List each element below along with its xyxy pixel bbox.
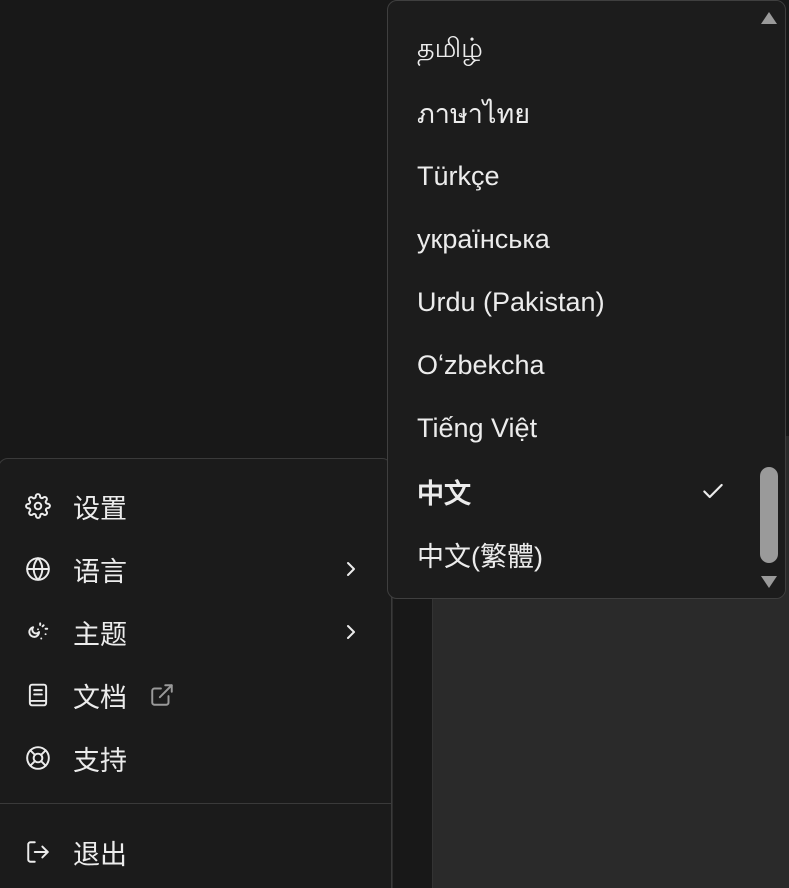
language-option-vietnamese[interactable]: Tiếng Việt	[388, 397, 754, 459]
chevron-right-icon	[347, 562, 355, 576]
language-label: українська	[417, 223, 550, 254]
language-option-tamil[interactable]: தமிழ்	[388, 19, 754, 81]
language-option-uzbek[interactable]: Oʻzbekcha	[388, 334, 754, 396]
menu-item-language[interactable]: 语言	[1, 538, 391, 600]
language-label: 中文(繁體)	[417, 541, 543, 572]
menu-item-support[interactable]: 支持	[1, 727, 391, 789]
scroll-thumb[interactable]	[760, 467, 778, 563]
menu-item-docs[interactable]: 文档	[1, 664, 391, 726]
menu-item-label: 退出	[73, 839, 127, 870]
language-option-turkish[interactable]: Türkçe	[388, 145, 754, 207]
menu-divider	[0, 803, 391, 804]
language-label: Urdu (Pakistan)	[417, 286, 605, 317]
scroll-up-arrow-icon[interactable]	[759, 9, 779, 27]
menu-item-settings[interactable]: 设置	[1, 475, 391, 537]
language-option-chinese-traditional[interactable]: 中文(繁體)	[388, 523, 754, 585]
language-label: Oʻzbekcha	[417, 349, 545, 380]
language-label: ภาษาไทย	[417, 98, 531, 129]
language-submenu: தமிழ் ภาษาไทย Türkçe українська Urdu (Pa…	[387, 0, 786, 599]
language-option-urdu[interactable]: Urdu (Pakistan)	[388, 271, 754, 333]
lifebuoy-icon	[25, 745, 51, 771]
language-option-chinese-simplified[interactable]: 中文	[388, 460, 754, 522]
logout-icon	[25, 839, 51, 865]
app-stage: 设置 语言 主题 文档 支持 退出 தமிழ் ภาษาไทย Türkçe у…	[0, 0, 789, 888]
gear-icon	[25, 493, 51, 519]
language-label: 中文	[417, 478, 471, 509]
user-menu: 设置 语言 主题 文档 支持 退出	[0, 458, 392, 888]
external-link-icon	[151, 684, 173, 706]
check-icon	[703, 483, 723, 499]
menu-item-label: 支持	[73, 745, 127, 776]
language-scrollbar[interactable]	[754, 1, 785, 598]
menu-item-label: 设置	[73, 493, 127, 524]
menu-item-logout[interactable]: 退出	[1, 821, 391, 883]
language-option-ukrainian[interactable]: українська	[388, 208, 754, 270]
language-option-thai[interactable]: ภาษาไทย	[388, 82, 754, 144]
theme-icon	[25, 619, 51, 645]
book-icon	[25, 682, 51, 708]
menu-item-label: 主题	[73, 619, 127, 650]
language-label: தமிழ்	[417, 32, 483, 63]
globe-icon	[25, 556, 51, 582]
language-label: Türkçe	[417, 160, 500, 191]
menu-item-theme[interactable]: 主题	[1, 601, 391, 663]
menu-item-label: 文档	[73, 682, 127, 713]
menu-item-label: 语言	[73, 556, 127, 587]
chevron-right-icon	[347, 625, 355, 639]
language-label: Tiếng Việt	[417, 412, 538, 443]
scroll-down-arrow-icon[interactable]	[759, 573, 779, 591]
